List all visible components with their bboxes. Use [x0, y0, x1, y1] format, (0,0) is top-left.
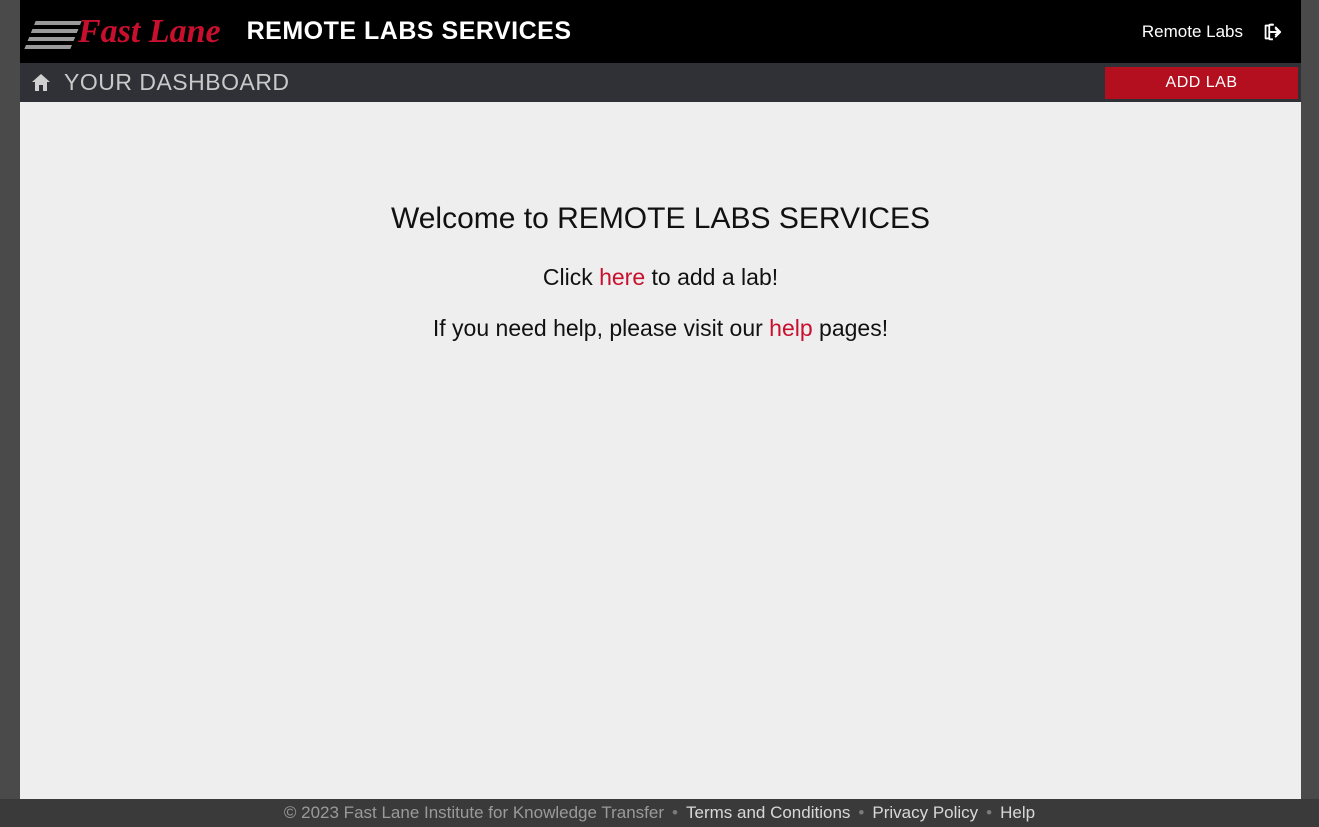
click-prefix: Click — [543, 264, 599, 290]
logout-icon[interactable] — [1261, 21, 1283, 43]
logo-text: Fast Lane — [78, 15, 221, 49]
add-lab-label: ADD LAB — [1166, 74, 1238, 92]
help-suffix: pages! — [813, 315, 888, 341]
footer-copyright: © 2023 Fast Lane Institute for Knowledge… — [284, 803, 664, 823]
app-title: REMOTE LABS SERVICES — [247, 17, 572, 46]
click-suffix: to add a lab! — [645, 264, 778, 290]
home-button[interactable] — [26, 68, 56, 98]
footer-terms-link[interactable]: Terms and Conditions — [686, 803, 850, 823]
add-lab-here-link[interactable]: here — [599, 264, 645, 290]
welcome-block: Welcome to REMOTE LABS SERVICES Click he… — [20, 202, 1301, 366]
footer-help-link[interactable]: Help — [1000, 803, 1035, 823]
footer-separator: • — [672, 803, 678, 823]
footer-privacy-link[interactable]: Privacy Policy — [872, 803, 978, 823]
add-lab-button[interactable]: ADD LAB — [1105, 67, 1298, 99]
home-icon — [29, 71, 53, 95]
help-prompt: If you need help, please visit our help … — [20, 315, 1301, 342]
add-lab-prompt: Click here to add a lab! — [20, 264, 1301, 291]
top-header: Fast Lane REMOTE LABS SERVICES Remote La… — [20, 0, 1301, 63]
help-prefix: If you need help, please visit our — [433, 315, 769, 341]
welcome-heading: Welcome to REMOTE LABS SERVICES — [20, 202, 1301, 236]
sub-header: YOUR DASHBOARD ADD LAB — [20, 63, 1301, 102]
dashboard-title: YOUR DASHBOARD — [64, 69, 290, 96]
main-content: Welcome to REMOTE LABS SERVICES Click he… — [20, 102, 1301, 827]
footer: © 2023 Fast Lane Institute for Knowledge… — [0, 799, 1319, 827]
help-link[interactable]: help — [769, 315, 812, 341]
brand-logo[interactable]: Fast Lane — [30, 15, 221, 49]
logo-stripes-icon — [24, 21, 81, 49]
remote-labs-link[interactable]: Remote Labs — [1142, 22, 1243, 42]
footer-separator: • — [986, 803, 992, 823]
footer-separator: • — [858, 803, 864, 823]
